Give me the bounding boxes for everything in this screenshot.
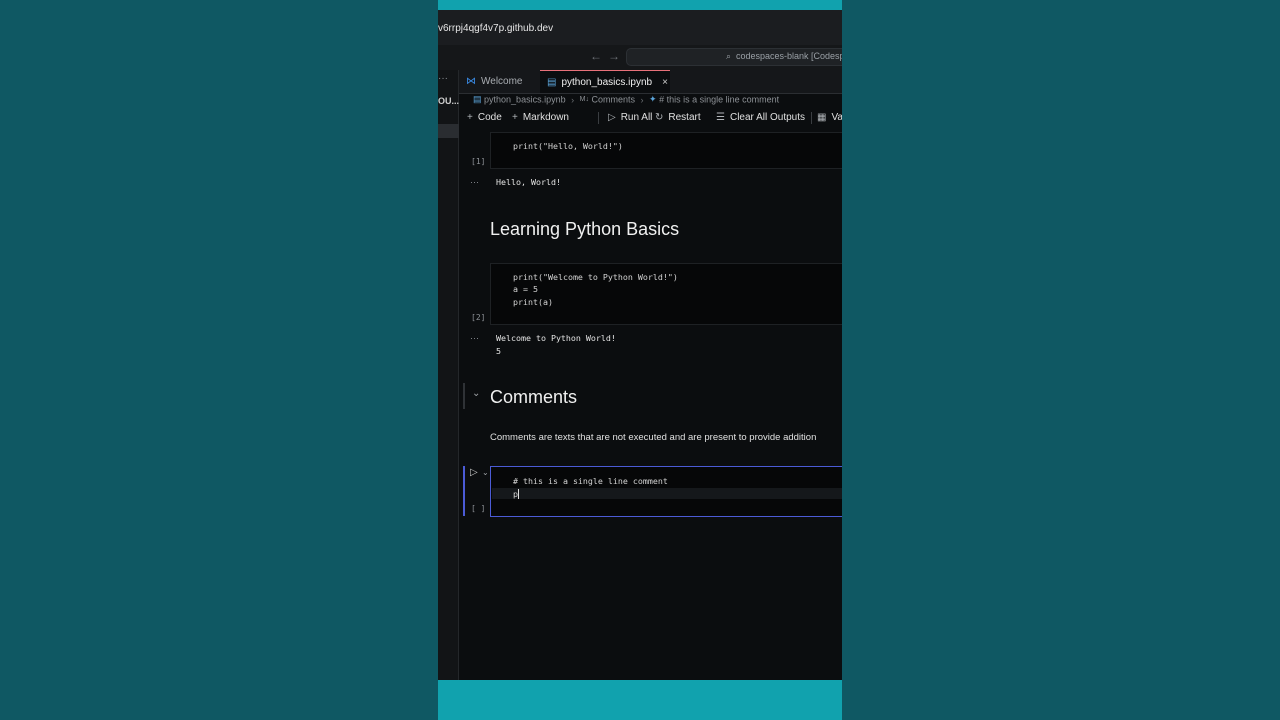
close-icon[interactable]: × (662, 77, 668, 88)
clear-all-outputs-button[interactable]: ☰ Clear All Outputs (716, 112, 805, 123)
code-line[interactable]: a = 5 (513, 284, 538, 294)
execution-count: [1] (471, 157, 486, 166)
toolbar-divider (811, 112, 812, 124)
explorer-selected-item[interactable] (438, 124, 459, 138)
chevron-right-icon: › (640, 94, 644, 105)
title-bar: ← → ⌕ codespaces-blank [Codesp (438, 45, 842, 70)
code-line[interactable]: print(a) (513, 297, 553, 307)
clear-all-label: Clear All Outputs (729, 112, 806, 123)
add-markdown-button[interactable]: + Markdown (512, 112, 569, 123)
variables-label: Variables (831, 112, 842, 123)
toolbar-divider (598, 112, 599, 124)
vscode-icon: ⋈ (466, 76, 476, 87)
output-more-icon[interactable]: ··· (470, 333, 479, 343)
execution-count: [2] (471, 313, 486, 322)
output-line: Welcome to Python World! (496, 333, 616, 343)
code-cell[interactable]: print("Hello, World!") (490, 132, 842, 169)
notebook-icon: ▤ (547, 76, 557, 88)
bottom-border (438, 680, 842, 720)
code-cell-active[interactable]: # this is a single line comment p (490, 466, 842, 517)
notebook-toolbar: + Code + Markdown ▷ Run All ↻ Restart ☰ … (459, 109, 842, 127)
explorer-outline-label[interactable]: OU... (438, 96, 459, 106)
tab-python-basics[interactable]: ▤ python_basics.ipynb × (540, 70, 670, 93)
code-cell[interactable]: print("Welcome to Python World!") a = 5 … (490, 263, 842, 325)
markdown-paragraph[interactable]: Comments are texts that are not executed… (490, 432, 816, 443)
markdown-icon: M↓ (579, 96, 589, 104)
plus-icon: + (512, 112, 518, 123)
right-background (842, 0, 1280, 720)
search-icon: ⌕ (726, 51, 732, 61)
cell-focus-indicator (463, 466, 465, 516)
plus-icon: + (467, 112, 473, 123)
forward-arrow-icon[interactable]: → (608, 49, 620, 63)
breadcrumb: ▤ python_basics.ipynb › M↓ Comments › ✦ … (459, 94, 842, 108)
clear-icon: ☰ (716, 112, 725, 123)
code-line[interactable]: print("Hello, World!") (513, 141, 623, 151)
add-code-label: Code (477, 112, 502, 123)
run-all-button[interactable]: ▷ Run All (608, 112, 652, 123)
restart-button[interactable]: ↻ Restart (655, 112, 701, 123)
variables-button[interactable]: ▦ Variables (817, 112, 842, 123)
top-border (438, 0, 842, 10)
notebook-icon: ▤ (473, 94, 482, 105)
left-background (0, 0, 438, 720)
text-cursor (518, 489, 519, 499)
back-arrow-icon[interactable]: ← (590, 49, 602, 63)
output-more-icon[interactable]: ··· (470, 177, 479, 187)
markdown-heading[interactable]: Comments (490, 387, 577, 408)
code-cell-icon: ✦ (649, 94, 657, 105)
run-cell-icon[interactable]: ▷ (470, 467, 478, 478)
breadcrumb-section[interactable]: Comments (591, 95, 635, 105)
add-code-button[interactable]: + Code (467, 112, 502, 123)
markdown-heading[interactable]: Learning Python Basics (490, 219, 679, 240)
current-line-highlight (492, 488, 842, 499)
output-line: 5 (496, 346, 501, 356)
command-center-text: codespaces-blank [Codesp (736, 51, 842, 61)
run-all-label: Run All (620, 112, 653, 123)
output-line: Hello, World! (496, 177, 561, 187)
activity-bar (438, 70, 459, 680)
more-icon[interactable]: ··· (438, 73, 448, 84)
play-icon: ▷ (608, 112, 616, 123)
vscode-window: v6rrpj4qgf4v7p.github.dev ← → ⌕ codespac… (438, 0, 842, 720)
tab-label: python_basics.ipynb (561, 76, 653, 88)
browser-bar: v6rrpj4qgf4v7p.github.dev (438, 10, 842, 45)
table-icon: ▦ (817, 112, 827, 123)
execution-count: [ ] (471, 504, 486, 513)
tab-label: Welcome (481, 76, 523, 87)
breadcrumb-cell[interactable]: # this is a single line comment (659, 95, 779, 105)
tab-welcome[interactable]: ⋈ Welcome (459, 70, 540, 93)
tab-bar: ⋈ Welcome ▤ python_basics.ipynb × (459, 70, 842, 94)
breadcrumb-file[interactable]: python_basics.ipynb (484, 95, 566, 105)
restart-label: Restart (668, 112, 701, 123)
url-text[interactable]: v6rrpj4qgf4v7p.github.dev (438, 23, 553, 34)
notebook-editor: print("Hello, World!") [1] ··· Hello, Wo… (459, 127, 842, 680)
chevron-down-icon[interactable]: ⌄ (472, 388, 480, 399)
code-line[interactable]: # this is a single line comment (513, 476, 668, 486)
add-markdown-label: Markdown (522, 112, 569, 123)
fold-indicator (463, 383, 465, 409)
restart-icon: ↻ (655, 112, 664, 123)
chevron-right-icon: › (571, 94, 575, 105)
code-line[interactable]: print("Welcome to Python World!") (513, 272, 678, 282)
chevron-down-icon[interactable]: ⌄ (482, 468, 489, 477)
